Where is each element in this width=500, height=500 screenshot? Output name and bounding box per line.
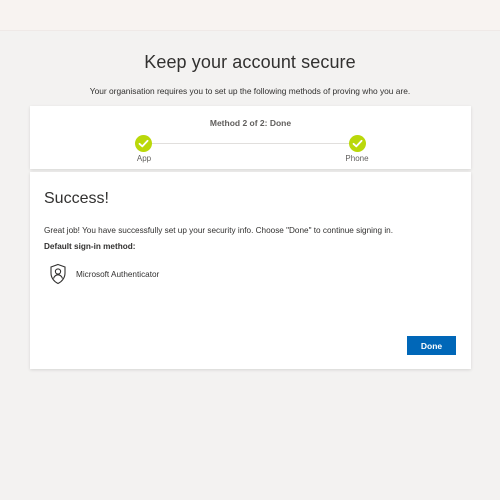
- phone-step-check-icon: [349, 135, 366, 152]
- success-message: Great job! You have successfully set up …: [44, 226, 393, 235]
- top-banner: [0, 0, 500, 31]
- default-method-label: Default sign-in method:: [44, 242, 136, 251]
- done-button[interactable]: Done: [407, 336, 456, 355]
- success-heading: Success!: [44, 190, 109, 207]
- progress-card: Method 2 of 2: Done App Phone: [30, 106, 471, 169]
- authenticator-name: Microsoft Authenticator: [76, 270, 160, 279]
- step-label-app: App: [136, 154, 152, 163]
- step-label-phone: Phone: [345, 154, 369, 163]
- method-status: Method 2 of 2: Done: [209, 118, 292, 128]
- step-connector-line: [151, 143, 356, 144]
- page-title: Keep your account secure: [144, 52, 356, 72]
- app-step-check-icon: [135, 135, 152, 152]
- authenticator-icon: [48, 263, 68, 285]
- page-subtitle: Your organisation requires you to set up…: [89, 86, 411, 96]
- success-card: Success! Great job! You have successfull…: [30, 172, 471, 369]
